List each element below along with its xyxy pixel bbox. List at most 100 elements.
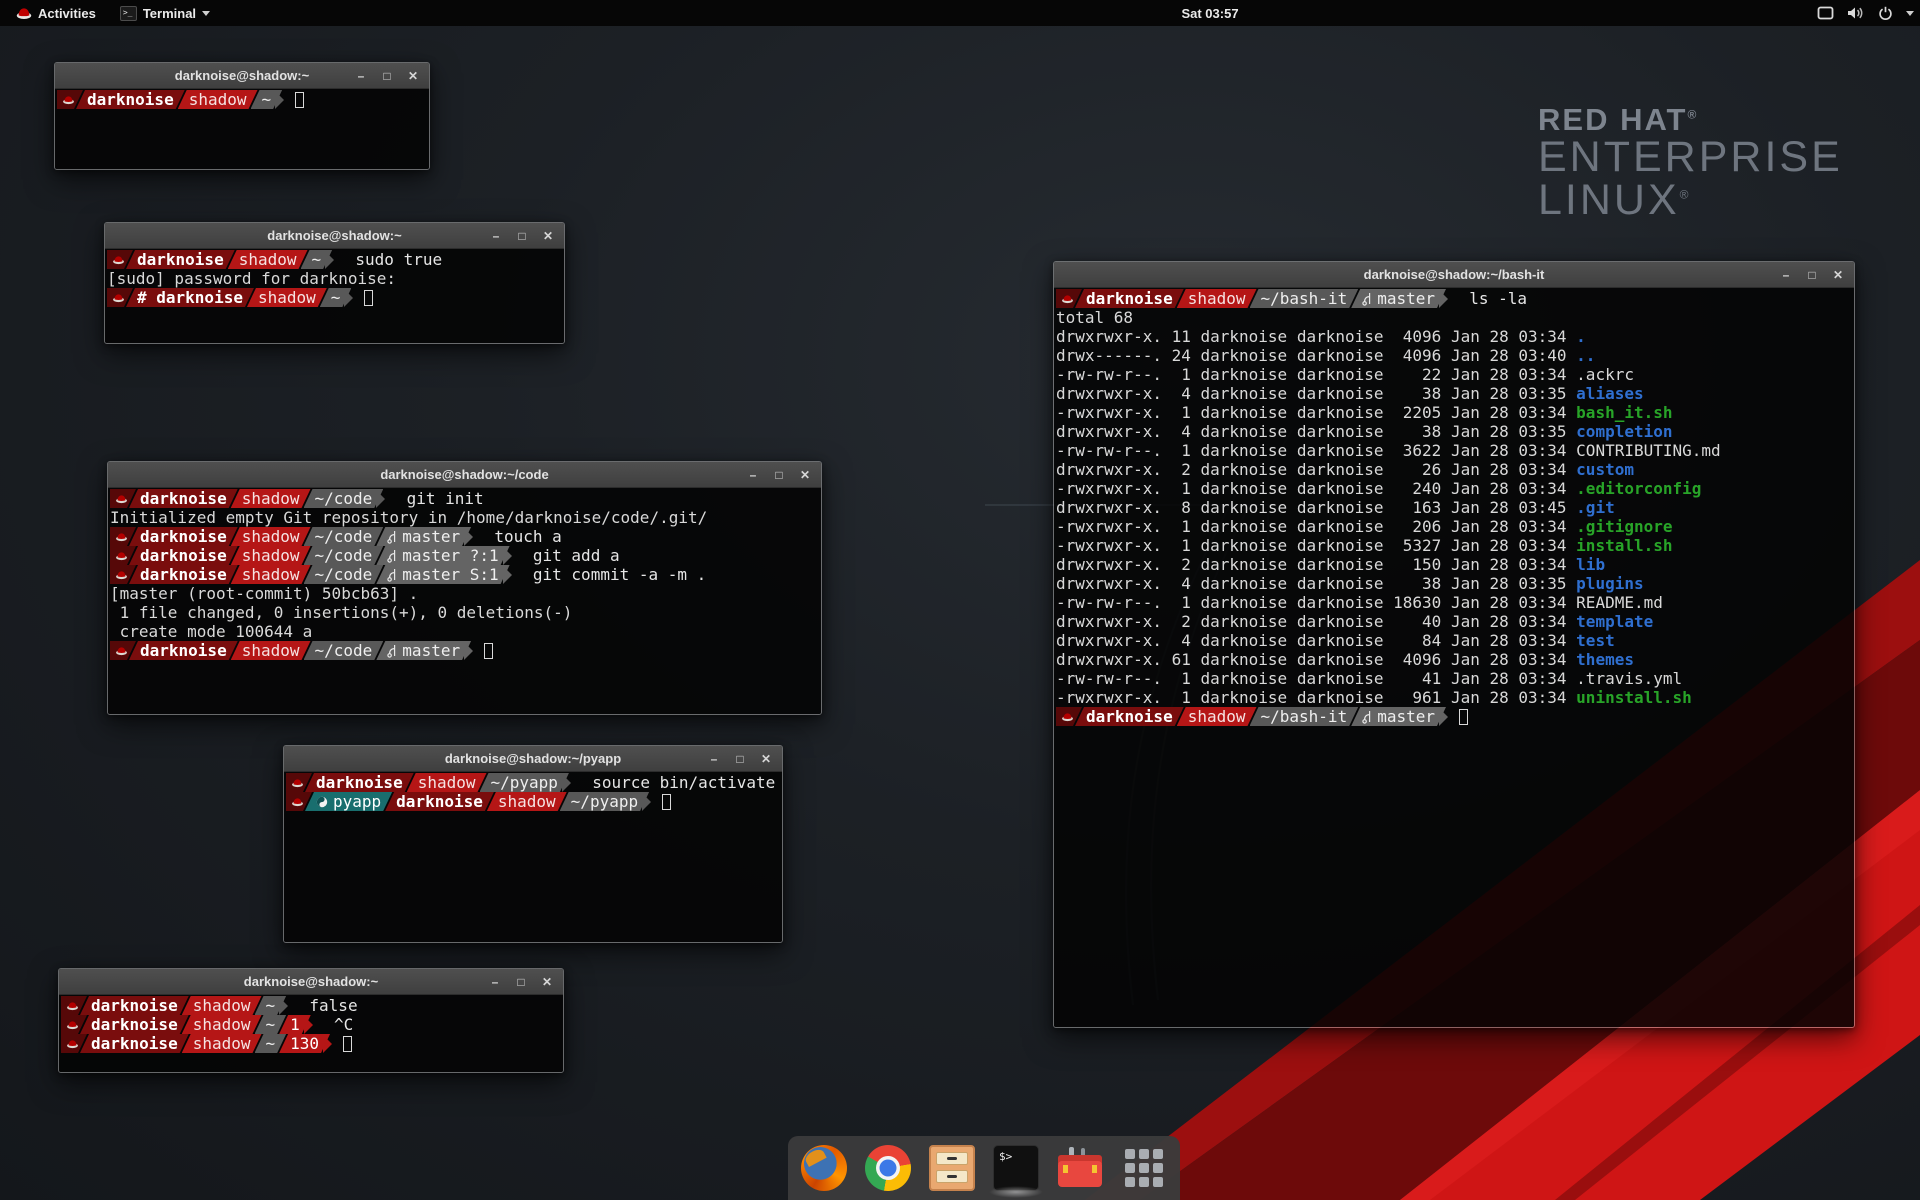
redhat-prompt-icon [115,532,128,542]
minimize-button[interactable]: – [746,469,760,481]
close-button[interactable]: ✕ [541,230,555,242]
app-grid-icon[interactable] [1121,1145,1167,1191]
maximize-button[interactable]: □ [772,469,786,481]
prompt-segment-host: shadow [231,641,311,660]
app-menu-terminal[interactable]: >_ Terminal [112,0,218,26]
window-title: darknoise@shadow:~ [267,228,401,243]
prompt-segment-host: shadow [178,90,258,109]
ls-row: drwxrwxr-x. 2 darknoise darknoise 26 Jan… [1056,460,1854,479]
volume-icon[interactable] [1847,6,1865,20]
prompt-segment-user: darknoise [1075,289,1184,308]
prompt-segment-host: shadow [182,996,262,1015]
ls-row: drwxrwxr-x. 4 darknoise darknoise 38 Jan… [1056,422,1854,441]
terminal-content[interactable]: darknoiseshadow~ falsedarknoiseshadow~1 … [59,995,563,1072]
maximize-button[interactable]: □ [1805,269,1819,281]
minimize-button[interactable]: – [1779,269,1793,281]
prompt-segment-host: shadow [247,288,327,307]
ls-filename: completion [1576,422,1672,441]
ls-filename: aliases [1576,384,1643,403]
command-text: source bin/activate [573,773,775,792]
prompt-segment-user: darknoise [385,792,494,811]
redhat-prompt-icon [66,1039,79,1049]
terminal-cursor [662,794,671,810]
close-button[interactable]: ✕ [798,469,812,481]
chevron-down-icon[interactable] [1906,11,1914,16]
terminal-window-sudo: darknoise@shadow:~ – □ ✕ darknoiseshadow… [104,222,565,344]
close-button[interactable]: ✕ [406,70,420,82]
prompt-segment-path: ~/pyapp [560,792,649,811]
window-title: darknoise@shadow:~/bash-it [1364,267,1545,282]
minimize-button[interactable]: – [488,976,502,988]
close-button[interactable]: ✕ [1831,269,1845,281]
close-button[interactable]: ✕ [540,976,554,988]
activities-label: Activities [38,6,96,21]
firefox-icon[interactable] [801,1145,847,1191]
terminal-content[interactable]: darknoiseshadow~ [55,89,429,169]
clock[interactable]: Sat 03:57 [1140,6,1280,21]
terminal-output-line: 1 file changed, 0 insertions(+), 0 delet… [110,603,821,622]
terminal-prompt-line: darknoiseshadow~ [57,90,429,109]
files-icon[interactable] [929,1145,975,1191]
redhat-prompt-icon [112,255,125,265]
prompt-segment-host: shadow [231,546,311,565]
maximize-button[interactable]: □ [733,753,747,765]
maximize-button[interactable]: □ [380,70,394,82]
prompt-segment-path: ~/code [304,489,384,508]
terminal-prompt-line: darknoiseshadow~ sudo true [107,250,564,269]
window-titlebar[interactable]: darknoise@shadow:~ – □ ✕ [55,63,429,89]
terminal-content[interactable]: darknoiseshadow~/bash-itmaster ls -latot… [1054,288,1854,1027]
prompt-segment-host: shadow [1177,289,1257,308]
terminal-prompt-line: darknoiseshadow~/pyapp source bin/activa… [286,773,782,792]
prompt-segment-path: ~/bash-it [1250,289,1359,308]
terminal-icon[interactable]: $> [993,1145,1039,1191]
window-titlebar[interactable]: darknoise@shadow:~/pyapp – □ ✕ [284,746,782,772]
minimize-button[interactable]: – [707,753,721,765]
ls-row: -rw-rw-r--. 1 darknoise darknoise 41 Jan… [1056,669,1854,688]
desktop: { "topbar": { "activities": "Activities"… [0,0,1920,1200]
ls-row-meta: -rw-rw-r--. 1 darknoise darknoise 41 Jan… [1056,669,1576,688]
terminal-content[interactable]: darknoiseshadow~/pyapp source bin/activa… [284,772,782,942]
terminal-prompt-line: darknoiseshadow~/codemaster [110,641,821,660]
window-titlebar[interactable]: darknoise@shadow:~/bash-it – □ ✕ [1054,262,1854,288]
drawer-bottom [936,1170,968,1183]
ls-filename: themes [1576,650,1634,669]
window-titlebar[interactable]: darknoise@shadow:~ – □ ✕ [105,223,564,249]
terminal-window-home-2: darknoise@shadow:~ – □ ✕ darknoiseshadow… [58,968,564,1073]
prompt-segment-user: # darknoise [126,288,254,307]
terminal-prompt-line: darknoiseshadow~130 [61,1034,563,1053]
redhat-prompt-icon [1061,294,1074,304]
ls-row: -rwxrwxr-x. 1 darknoise darknoise 5327 J… [1056,536,1854,555]
command-text: git add a [514,546,620,565]
prompt-segment-host: shadow [231,489,311,508]
window-titlebar[interactable]: darknoise@shadow:~/code – □ ✕ [108,462,821,488]
maximize-button[interactable]: □ [515,230,529,242]
ls-row: drwxrwxr-x. 4 darknoise darknoise 84 Jan… [1056,631,1854,650]
toolbox-icon[interactable] [1057,1145,1103,1191]
prompt-segment-user: darknoise [305,773,414,792]
maximize-button[interactable]: □ [514,976,528,988]
prompt-segment-host: shadow [231,527,311,546]
terminal-cursor [1459,709,1468,725]
chevron-down-icon [202,11,210,16]
display-icon[interactable] [1817,6,1834,20]
command-text: ^C [315,1015,354,1034]
power-icon[interactable] [1878,6,1893,21]
minimize-button[interactable]: – [489,230,503,242]
minimize-button[interactable]: – [354,70,368,82]
terminal-prompt-line: # darknoiseshadow~ [107,288,564,307]
ls-filename: .editorconfig [1576,479,1701,498]
ls-filename: . [1576,327,1586,346]
terminal-content[interactable]: darknoiseshadow~ sudo true[sudo] passwor… [105,249,564,343]
chrome-icon[interactable] [865,1145,911,1191]
terminal-window-bash-it: darknoise@shadow:~/bash-it – □ ✕ darknoi… [1053,261,1855,1028]
ls-row: drwxrwxr-x. 11 darknoise darknoise 4096 … [1056,327,1854,346]
ls-row: -rw-rw-r--. 1 darknoise darknoise 3622 J… [1056,441,1854,460]
activities-button[interactable]: Activities [8,0,104,26]
ls-row-meta: drwxrwxr-x. 4 darknoise darknoise 84 Jan… [1056,631,1576,650]
close-button[interactable]: ✕ [759,753,773,765]
window-titlebar[interactable]: darknoise@shadow:~ – □ ✕ [59,969,563,995]
prompt-segment-user: darknoise [129,489,238,508]
command-text: ls -la [1450,289,1527,308]
terminal-content[interactable]: darknoiseshadow~/code git initInitialize… [108,488,821,714]
ls-row-meta: -rw-rw-r--. 1 darknoise darknoise 3622 J… [1056,441,1576,460]
